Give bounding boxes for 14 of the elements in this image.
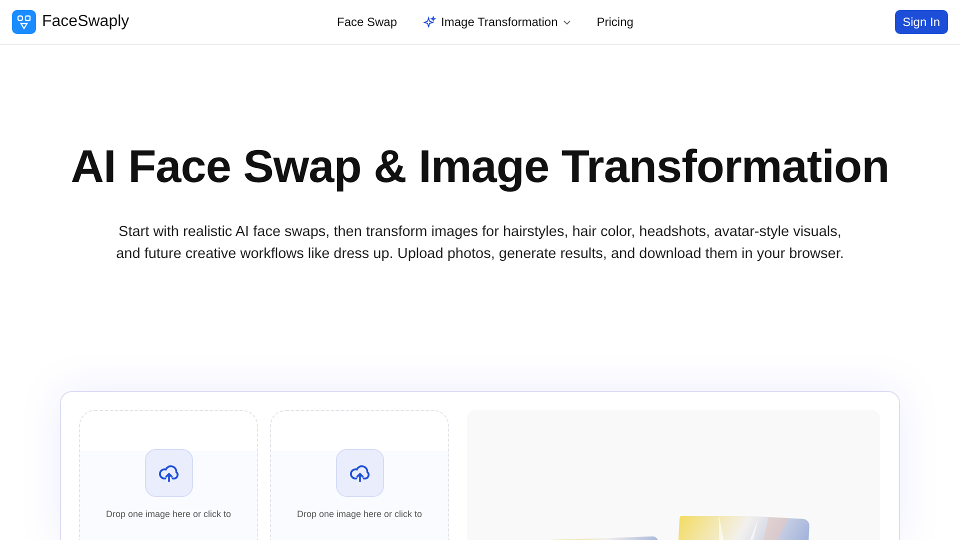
logo-icon [12, 10, 36, 34]
upload-dropzone[interactable]: Drop one image here or click to [79, 410, 258, 540]
nav-link[interactable]: Face Swap [337, 15, 398, 29]
hero-title: AI Face Swap & Image Transformation [70, 139, 890, 194]
nav-dropdown[interactable]: Image Transformation [423, 15, 571, 29]
chevron-down-icon [562, 20, 571, 24]
upload-button[interactable] [336, 449, 384, 497]
upload-button[interactable] [144, 449, 192, 497]
brand-name: FaceSwaply [42, 13, 130, 31]
sign-in-button[interactable]: Sign In [894, 10, 948, 34]
upload-dropzone[interactable]: Drop one image here or click to [270, 410, 449, 540]
nav-link[interactable]: Pricing [596, 15, 634, 29]
sparkle-icon [423, 16, 436, 28]
hero-subtitle: Start with realistic AI face swaps, then transform images for hairstyles, hair color, headshots, avatar-style visuals, and future creative workflows like dress up. Upload photos, generate results, and download them in your browser. [115, 223, 845, 264]
